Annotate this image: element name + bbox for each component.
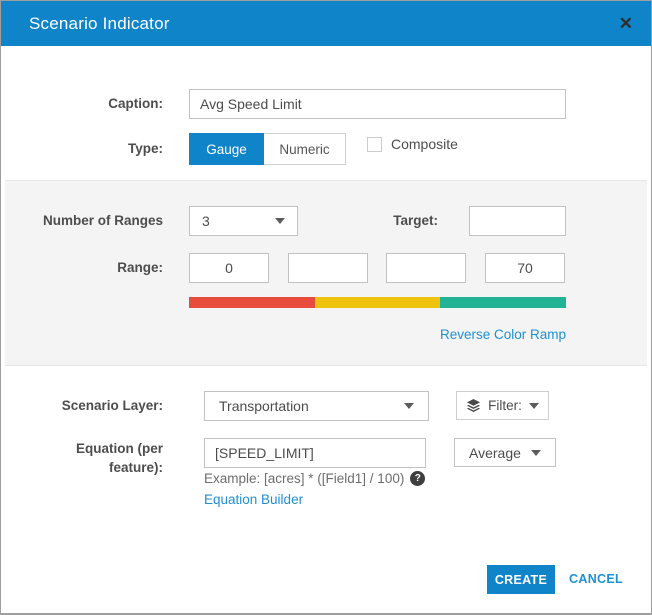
chevron-down-icon (531, 450, 541, 456)
help-icon[interactable]: ? (410, 471, 425, 486)
target-label: Target: (278, 206, 438, 236)
dialog-header: Scenario Indicator ✕ (1, 1, 651, 46)
layers-icon (466, 398, 481, 413)
type-gauge-button[interactable]: Gauge (189, 133, 264, 165)
composite-checkbox[interactable] (367, 137, 382, 152)
ramp-segment-yellow (315, 297, 441, 308)
scenario-layer-label: Scenario Layer: (1, 391, 163, 421)
type-numeric-button[interactable]: Numeric (264, 133, 346, 165)
number-of-ranges-label: Number of Ranges (1, 206, 163, 236)
composite-option: Composite (367, 132, 458, 156)
chevron-down-icon (404, 403, 414, 409)
close-icon[interactable]: ✕ (619, 1, 633, 46)
range-input-4[interactable] (485, 253, 565, 283)
scenario-layer-value: Transportation (219, 398, 309, 414)
aggregation-select[interactable]: Average (454, 438, 556, 467)
filter-button[interactable]: Filter: (456, 391, 549, 420)
caption-label: Caption: (1, 89, 163, 119)
range-input-2[interactable] (288, 253, 368, 283)
aggregation-value: Average (469, 445, 521, 461)
ramp-segment-green (440, 297, 566, 308)
type-label: Type: (1, 133, 163, 165)
create-button[interactable]: CREATE (487, 565, 555, 594)
scenario-indicator-dialog: Scenario Indicator ✕ Caption: Type: Gaug… (0, 0, 652, 615)
number-of-ranges-value: 3 (202, 213, 210, 229)
range-input-1[interactable] (189, 253, 269, 283)
dialog-title: Scenario Indicator (1, 14, 170, 34)
caption-input[interactable] (189, 89, 566, 119)
filter-label: Filter: (488, 398, 522, 413)
range-label: Range: (1, 253, 163, 283)
composite-label: Composite (391, 136, 458, 152)
range-input-3[interactable] (386, 253, 466, 283)
type-toggle: Gauge Numeric (189, 133, 346, 165)
equation-example-row: Example: [acres] * ([Field1] / 100) ? (204, 469, 425, 487)
equation-example-text: Example: [acres] * ([Field1] / 100) (204, 471, 404, 486)
chevron-down-icon (529, 403, 539, 409)
equation-builder-link[interactable]: Equation Builder (204, 491, 303, 509)
scenario-layer-select[interactable]: Transportation (204, 391, 429, 421)
color-ramp (189, 297, 566, 308)
target-input[interactable] (469, 206, 566, 236)
cancel-button[interactable]: CANCEL (567, 565, 625, 594)
equation-label: Equation (per feature): (43, 439, 163, 477)
reverse-color-ramp-link[interactable]: Reverse Color Ramp (366, 325, 566, 345)
ramp-segment-red (189, 297, 315, 308)
equation-input[interactable] (204, 438, 426, 468)
